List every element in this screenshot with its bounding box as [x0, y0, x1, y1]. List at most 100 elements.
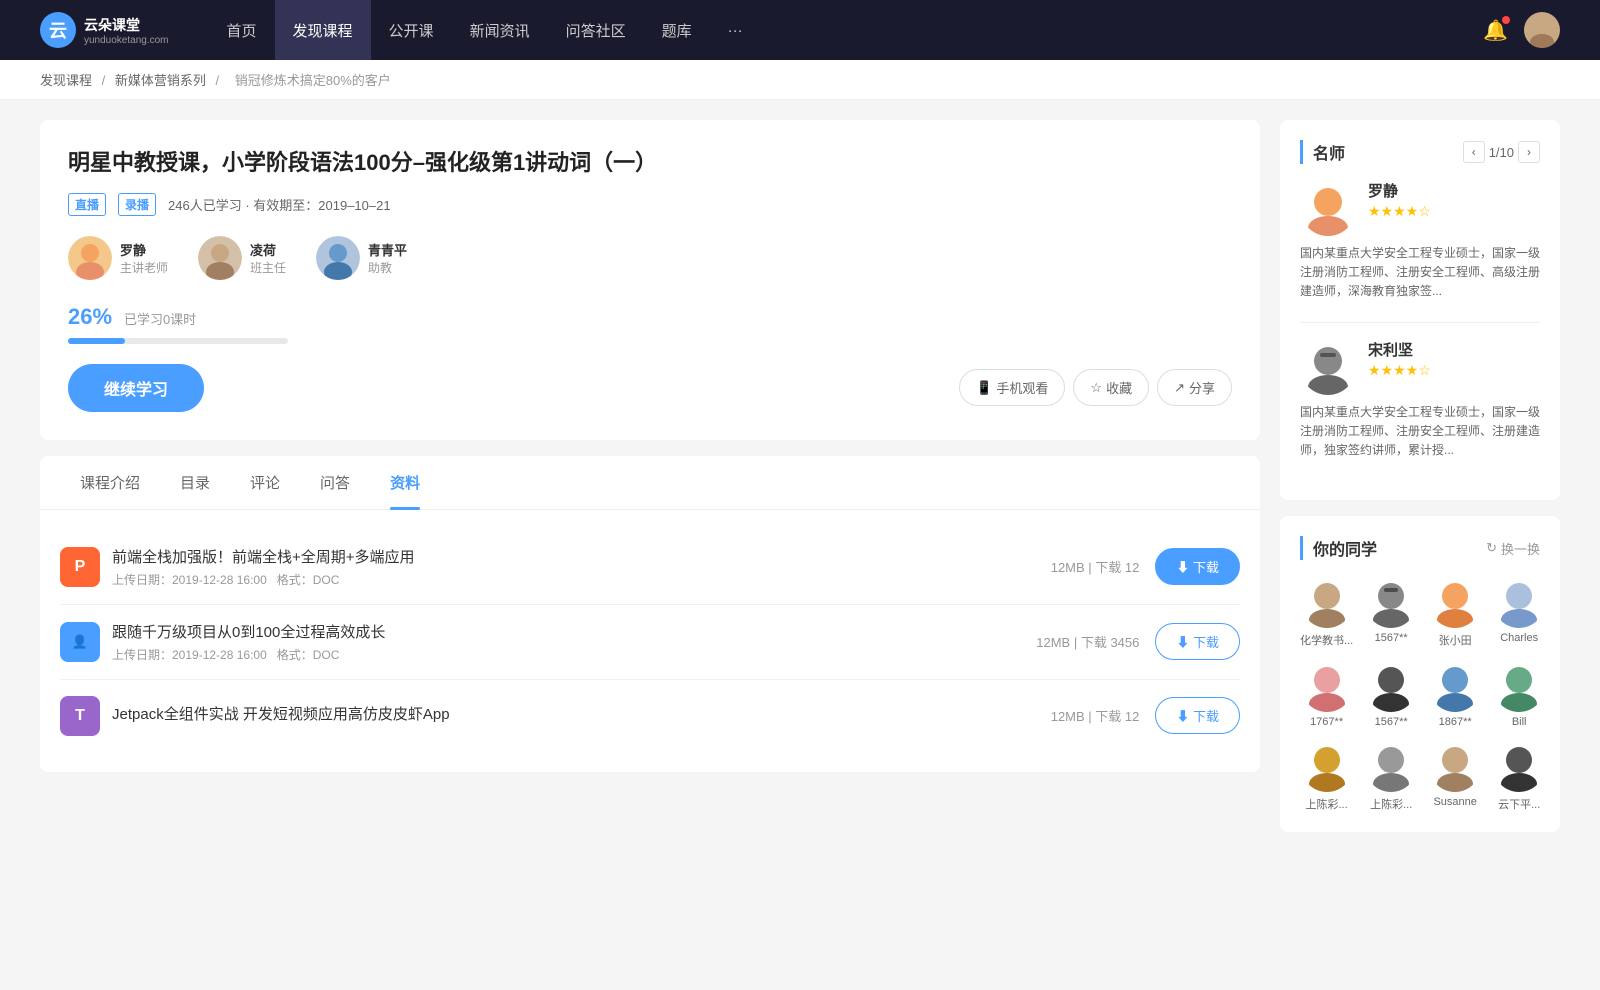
download-button-1[interactable]: ⬇ 下载 — [1155, 548, 1240, 585]
nav-item-qa[interactable]: 问答社区 — [548, 0, 644, 60]
pagination-prev[interactable]: ‹ — [1463, 141, 1485, 163]
file-item-2: 👤 跟随千万级项目从0到100全过程高效成长 上传日期：2019-12-28 1… — [60, 605, 1240, 680]
file-name-3: Jetpack全组件实战 开发短视频应用高仿皮皮虾App — [112, 703, 1051, 724]
file-icon-3: T — [60, 696, 100, 736]
course-title: 明星中教授课，小学阶段语法100分–强化级第1讲动词（一） — [68, 148, 1232, 179]
tab-resource[interactable]: 资料 — [370, 456, 440, 509]
classmate-9-avatar[interactable] — [1301, 740, 1353, 792]
nav-items: 首页 发现课程 公开课 新闻资讯 问答社区 题库 ··· — [209, 0, 1484, 60]
file-name-1: 前端全栈加强版！前端全栈+全周期+多端应用 — [112, 546, 1051, 567]
classmate-1-avatar[interactable] — [1301, 576, 1353, 628]
teacher-1-role: 主讲老师 — [120, 259, 168, 276]
file-info-3: Jetpack全组件实战 开发短视频应用高仿皮皮虾App — [112, 703, 1051, 728]
progress-bar-fill — [68, 338, 125, 344]
teacher-3-name: 青青平 — [368, 240, 407, 259]
logo-icon: 云 — [40, 12, 76, 48]
breadcrumb-link-series[interactable]: 新媒体营销系列 — [115, 73, 206, 88]
tabs-nav: 课程介绍 目录 评论 问答 资料 — [40, 456, 1260, 510]
notification-bell[interactable]: 🔔 — [1483, 18, 1508, 43]
classmate-2-avatar[interactable] — [1365, 576, 1417, 628]
file-stats-3: 12MB | 下载 12 — [1051, 706, 1140, 725]
classmate-4-avatar[interactable] — [1493, 576, 1545, 628]
continue-learning-button[interactable]: 继续学习 — [68, 364, 204, 412]
download-button-2[interactable]: ⬇ 下载 — [1155, 623, 1240, 660]
progress-percent: 26% — [68, 304, 112, 329]
teacher-3-avatar — [316, 236, 360, 280]
share-button[interactable]: ↗ 分享 — [1157, 369, 1232, 406]
file-meta-2: 上传日期：2019-12-28 16:00 格式：DOC — [112, 646, 1036, 663]
classmate-3-name: 张小田 — [1439, 632, 1472, 648]
classmate-1-name: 化学教书... — [1300, 632, 1353, 648]
refresh-icon: ↻ — [1486, 540, 1497, 556]
classmates-title: 你的同学 — [1300, 536, 1377, 560]
sidebar-teacher-2-desc: 国内某重点大学安全工程专业硕士，国家一级注册消防工程师、注册安全工程师、注册建造… — [1300, 403, 1540, 461]
sidebar-teacher-2-name: 宋利坚 — [1368, 339, 1540, 360]
file-item-1: P 前端全栈加强版！前端全栈+全周期+多端应用 上传日期：2019-12-28 … — [60, 530, 1240, 605]
tabs-section: 课程介绍 目录 评论 问答 资料 P 前端全栈加强版！前端全栈+全周期+多端应用… — [40, 456, 1260, 772]
classmate-1: 化学教书... — [1300, 576, 1353, 648]
star-icon: ☆ — [1090, 380, 1102, 396]
nav-item-exam[interactable]: 题库 — [644, 0, 710, 60]
classmate-4-name: Charles — [1500, 632, 1538, 644]
pagination-next[interactable]: › — [1518, 141, 1540, 163]
teacher-2-role: 班主任 — [250, 259, 286, 276]
collect-button[interactable]: ☆ 收藏 — [1073, 369, 1149, 406]
classmate-2: 1567** — [1365, 576, 1417, 648]
sidebar-teacher-2-stars: ★★★★☆ — [1368, 362, 1540, 379]
logo-text: 云朵课堂 yunduoketang.com — [84, 15, 169, 46]
tab-qa[interactable]: 问答 — [300, 456, 370, 509]
user-avatar[interactable] — [1524, 12, 1560, 48]
classmate-7-avatar[interactable] — [1429, 660, 1481, 712]
file-stats-2: 12MB | 下载 3456 — [1036, 632, 1139, 651]
download-button-3[interactable]: ⬇ 下载 — [1155, 697, 1240, 734]
tabs-content: P 前端全栈加强版！前端全栈+全周期+多端应用 上传日期：2019-12-28 … — [40, 510, 1260, 772]
classmate-10-avatar[interactable] — [1365, 740, 1417, 792]
badge-live: 直播 — [68, 193, 106, 216]
classmate-6-name: 1567** — [1375, 716, 1408, 728]
sidebar-teacher-2: 宋利坚 ★★★★☆ 国内某重点大学安全工程专业硕士，国家一级注册消防工程师、注册… — [1300, 339, 1540, 461]
teacher-1-avatar — [68, 236, 112, 280]
breadcrumb-link-discover[interactable]: 发现课程 — [40, 73, 92, 88]
classmate-3: 张小田 — [1429, 576, 1481, 648]
classmate-10-name: 上陈彩... — [1370, 796, 1412, 812]
nav-item-more[interactable]: ··· — [710, 0, 761, 60]
nav-item-news[interactable]: 新闻资讯 — [452, 0, 548, 60]
classmate-9: 上陈彩... — [1300, 740, 1353, 812]
classmates-header: 你的同学 ↻ 换一换 — [1300, 536, 1540, 560]
classmate-5-avatar[interactable] — [1301, 660, 1353, 712]
classmate-12-avatar[interactable] — [1493, 740, 1545, 792]
nav-item-home[interactable]: 首页 — [209, 0, 275, 60]
mobile-view-button[interactable]: 📱 手机观看 — [959, 369, 1065, 406]
classmates-card: 你的同学 ↻ 换一换 化学教书... 156 — [1280, 516, 1560, 832]
tab-intro[interactable]: 课程介绍 — [60, 456, 160, 509]
classmates-refresh-button[interactable]: ↻ 换一换 — [1486, 539, 1540, 558]
classmate-8-name: Bill — [1512, 716, 1527, 728]
teachers-card-header: 名师 ‹ 1/10 › — [1300, 140, 1540, 164]
teachers-list: 罗静 主讲老师 凌荷 班主任 — [68, 236, 1232, 280]
progress-bar-bg — [68, 338, 288, 344]
nav-item-discover[interactable]: 发现课程 — [275, 0, 371, 60]
course-meta: 直播 录播 246人已学习 · 有效期至：2019–10–21 — [68, 193, 1232, 216]
classmate-8-avatar[interactable] — [1493, 660, 1545, 712]
action-buttons-right: 📱 手机观看 ☆ 收藏 ↗ 分享 — [959, 369, 1232, 406]
classmate-3-avatar[interactable] — [1429, 576, 1481, 628]
tab-review[interactable]: 评论 — [230, 456, 300, 509]
file-info-2: 跟随千万级项目从0到100全过程高效成长 上传日期：2019-12-28 16:… — [112, 621, 1036, 663]
tab-catalog[interactable]: 目录 — [160, 456, 230, 509]
share-icon: ↗ — [1174, 380, 1185, 396]
classmate-12-name: 云下平... — [1498, 796, 1540, 812]
teacher-2: 凌荷 班主任 — [198, 236, 286, 280]
progress-section: 26% 已学习0课时 — [68, 304, 1232, 344]
logo[interactable]: 云 云朵课堂 yunduoketang.com — [40, 12, 169, 48]
classmate-6-avatar[interactable] — [1365, 660, 1417, 712]
sidebar: 名师 ‹ 1/10 › 罗静 ★★★★☆ 国内某 — [1280, 120, 1560, 848]
classmate-12: 云下平... — [1493, 740, 1545, 812]
classmate-11-name: Susanne — [1433, 796, 1476, 808]
teacher-3: 青青平 助教 — [316, 236, 407, 280]
sidebar-teacher-2-avatar — [1300, 339, 1356, 395]
nav-item-open[interactable]: 公开课 — [371, 0, 452, 60]
file-item-3: T Jetpack全组件实战 开发短视频应用高仿皮皮虾App 12MB | 下载… — [60, 680, 1240, 752]
teacher-3-role: 助教 — [368, 259, 407, 276]
course-card: 明星中教授课，小学阶段语法100分–强化级第1讲动词（一） 直播 录播 246人… — [40, 120, 1260, 440]
classmate-11-avatar[interactable] — [1429, 740, 1481, 792]
